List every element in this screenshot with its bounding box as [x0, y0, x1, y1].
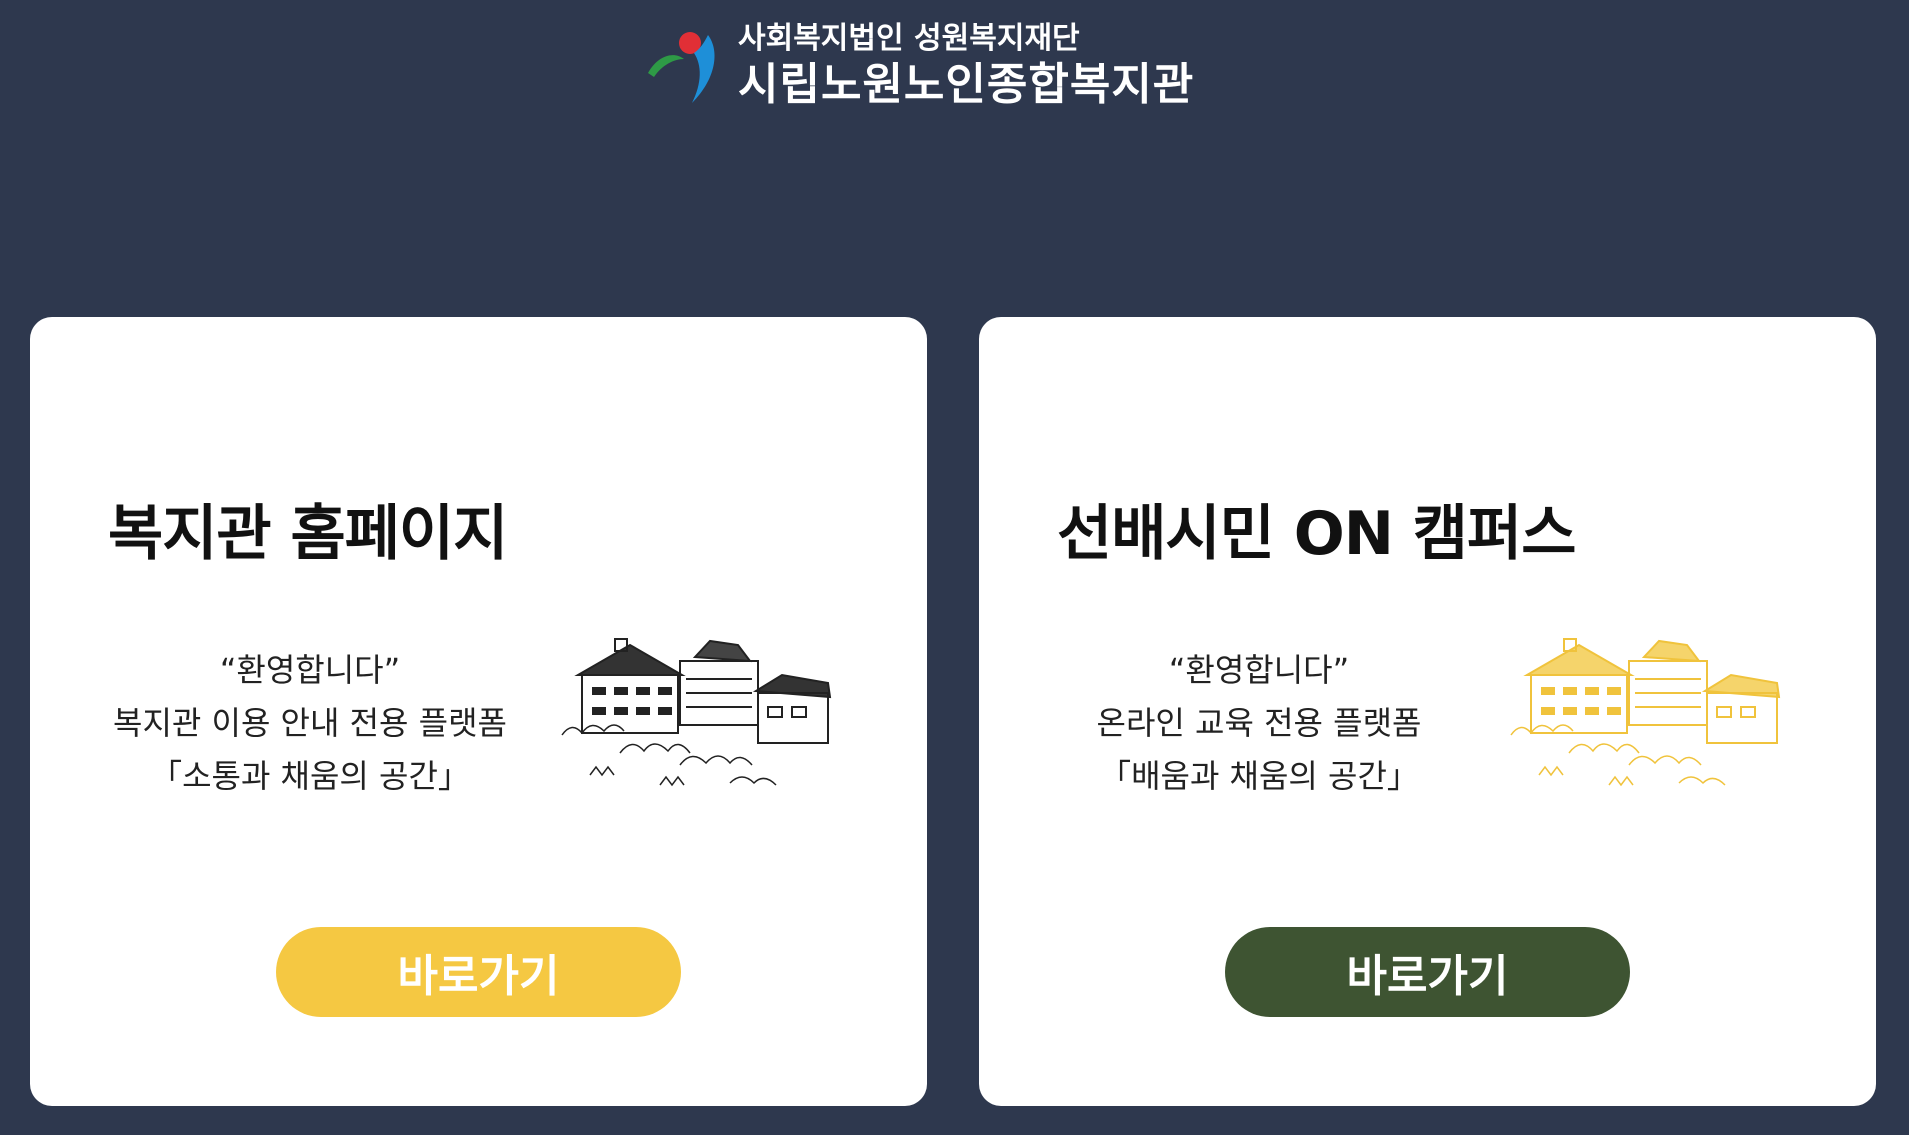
card-description: “환영합니다” 온라인 교육 전용 플랫폼 「배움과 채움의 공간」	[1019, 644, 1499, 803]
org-name: 시립노원노인종합복지관	[738, 59, 1195, 110]
campus-go-button[interactable]: 바로가기	[1225, 927, 1630, 1017]
header-logo[interactable]: 사회복지법인 성원복지재단 시립노원노인종합복지관	[640, 16, 1194, 116]
card-title: 복지관 홈페이지	[108, 499, 508, 569]
card-greeting: “환영합니다”	[1168, 651, 1350, 689]
card-greeting: “환영합니다”	[219, 651, 401, 689]
card-description-text: 복지관 이용 안내 전용 플랫폼	[113, 704, 507, 742]
homepage-go-button[interactable]: 바로가기	[276, 927, 681, 1017]
foundation-logo-icon	[648, 32, 715, 103]
org-subtitle: 사회복지법인 성원복지재단	[738, 21, 1080, 56]
card-slogan: 「소통과 채움의 공간」	[150, 757, 470, 795]
campus-card: 선배시민 ON 캠퍼스 “환영합니다” 온라인 교육 전용 플랫폼 「배움과 채…	[979, 317, 1876, 1106]
card-slogan: 「배움과 채움의 공간」	[1099, 757, 1419, 795]
card-description-text: 온라인 교육 전용 플랫폼	[1096, 704, 1422, 742]
homepage-card: 복지관 홈페이지 “환영합니다” 복지관 이용 안내 전용 플랫폼 「소통과 채…	[30, 317, 927, 1106]
card-title: 선배시민 ON 캠퍼스	[1057, 499, 1576, 569]
building-illustration-icon	[561, 638, 832, 787]
building-illustration-icon	[1510, 638, 1781, 787]
card-description: “환영합니다” 복지관 이용 안내 전용 플랫폼 「소통과 채움의 공간」	[70, 644, 550, 803]
